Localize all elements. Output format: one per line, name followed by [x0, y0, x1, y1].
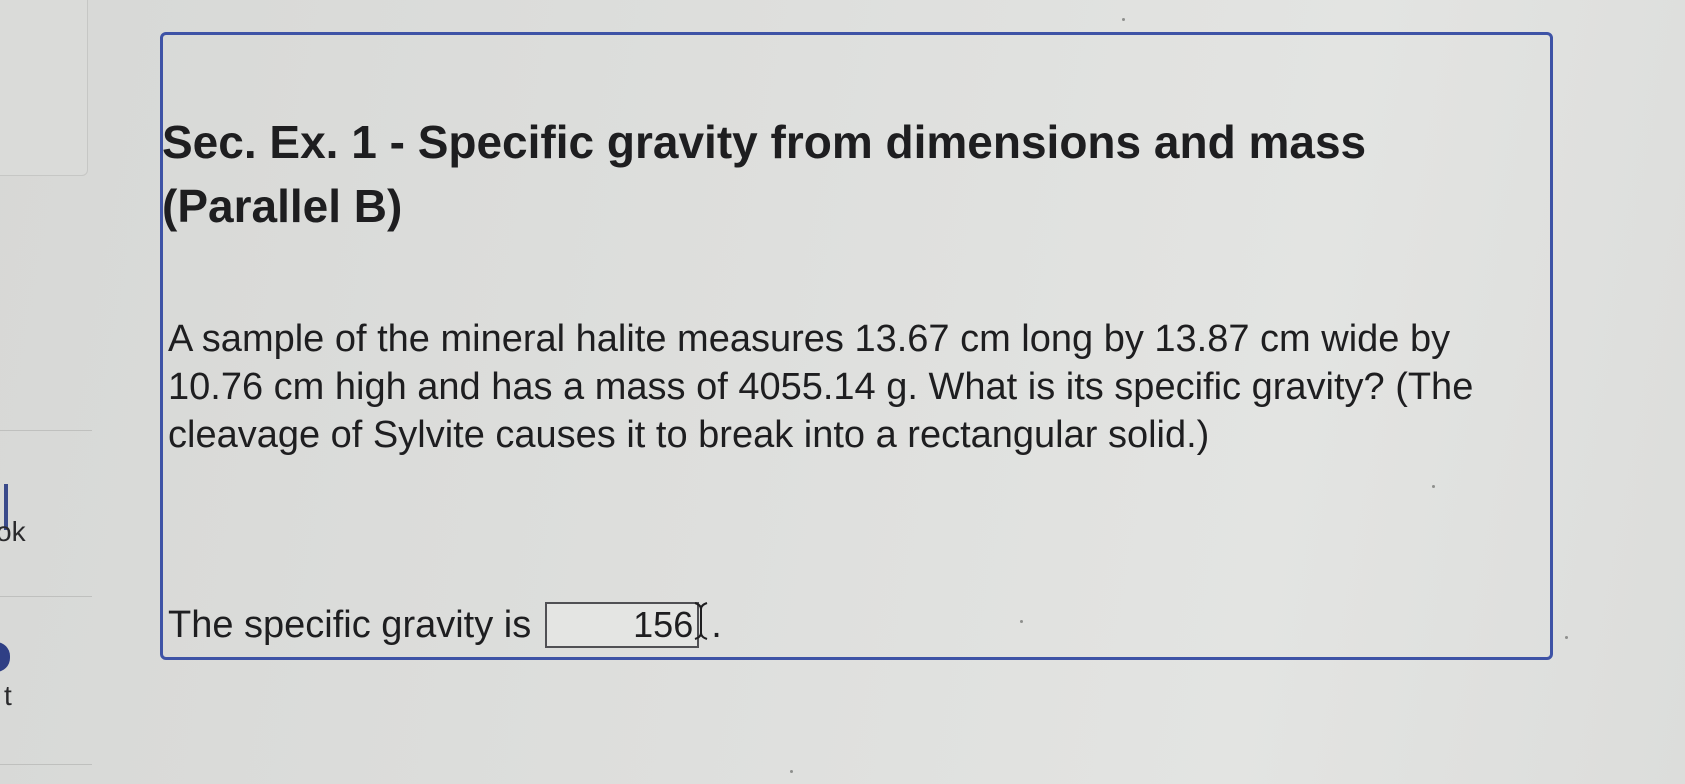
- answer-suffix: .: [711, 603, 722, 646]
- answer-label: The specific gravity is: [168, 603, 532, 646]
- left-indicator-dot: [0, 642, 10, 672]
- left-divider: [0, 764, 92, 765]
- surface-speck: [790, 770, 793, 773]
- question-body: A sample of the mineral halite measures …: [168, 318, 1474, 456]
- left-sidebar-label-ok[interactable]: ok: [0, 516, 26, 548]
- left-divider: [0, 430, 92, 431]
- left-divider: [0, 596, 92, 597]
- text-cursor-icon: [693, 601, 709, 641]
- left-sidebar: ok t: [0, 0, 92, 784]
- answer-row: The specific gravity is .: [168, 601, 722, 649]
- question-title: Sec. Ex. 1 - Specific gravity from dimen…: [162, 116, 1367, 232]
- specific-gravity-input[interactable]: [545, 602, 700, 648]
- surface-speck: [1565, 636, 1568, 639]
- left-sidebar-card: [0, 0, 88, 176]
- left-sidebar-label-t[interactable]: t: [4, 680, 12, 712]
- surface-speck: [1020, 620, 1023, 623]
- surface-speck: [1432, 485, 1435, 488]
- surface-speck: [1122, 18, 1125, 21]
